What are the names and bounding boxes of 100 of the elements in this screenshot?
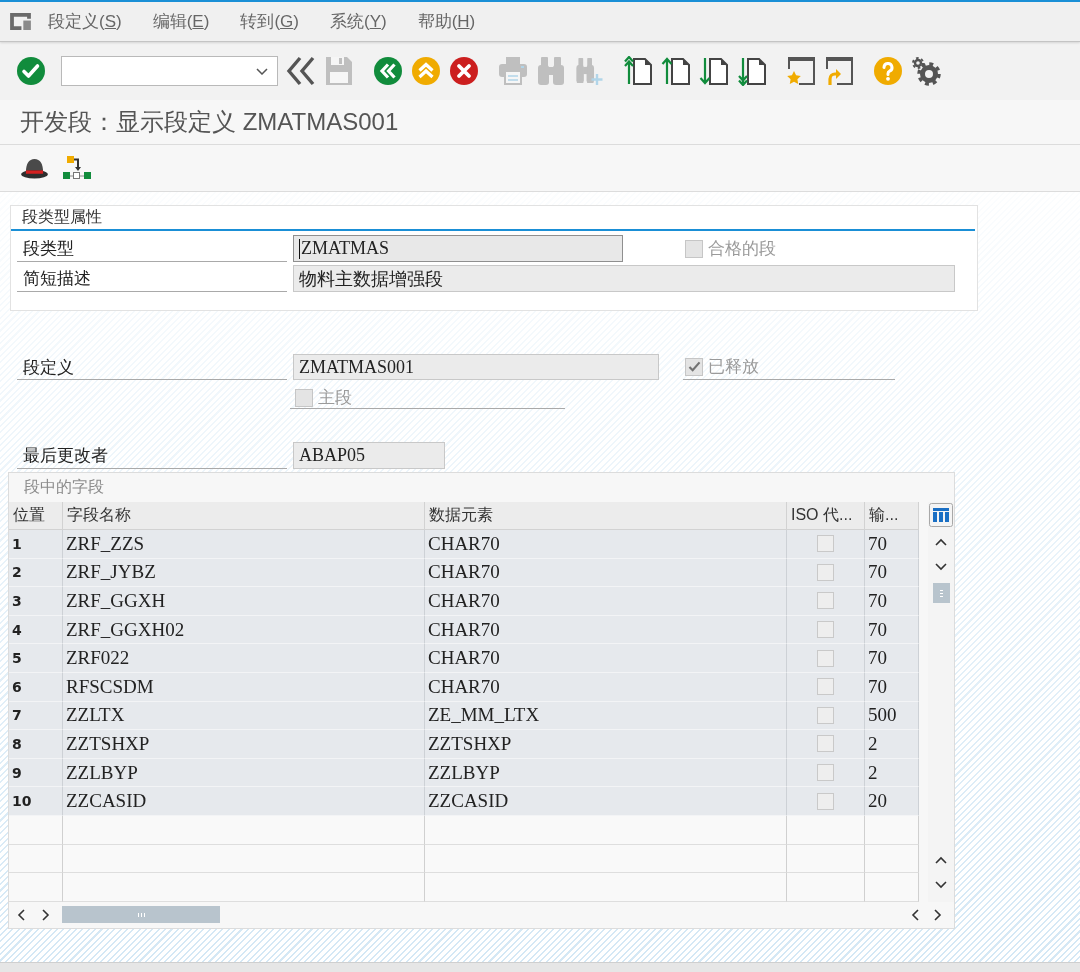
hat-icon[interactable]: [20, 157, 49, 179]
checkbox[interactable]: [817, 764, 834, 782]
dropdown-caret-icon: [256, 67, 268, 75]
column-header[interactable]: 位置: [9, 502, 63, 530]
table-cell: CHAR70: [425, 558, 787, 588]
checkbox[interactable]: [817, 735, 834, 753]
checkbox[interactable]: [817, 592, 834, 610]
table-cell: ZE_MM_LTX: [425, 701, 787, 731]
page-arrow-up-icon[interactable]: [661, 56, 691, 86]
double-chevron-left-icon[interactable]: [286, 56, 316, 86]
check-circle-icon[interactable]: [16, 56, 46, 86]
screen-title: 开发段：显示段定义 ZMATMAS001: [20, 107, 399, 137]
x-circle-icon[interactable]: [449, 56, 479, 86]
chevron-down-icon[interactable]: [935, 563, 947, 571]
checkbox-label: 合格的段: [708, 238, 776, 260]
table-cell: 70: [865, 615, 919, 645]
column-header[interactable]: ISO 代...: [787, 502, 865, 530]
table-cell: ZZLBYP: [63, 758, 425, 788]
gears-icon[interactable]: [911, 56, 941, 86]
hierarchy-icon[interactable]: [63, 156, 91, 180]
table-cell: 2: [865, 758, 919, 788]
table-cell: 9: [9, 758, 63, 788]
table-cell: 70: [865, 558, 919, 588]
menu-item[interactable]: 编辑(E): [152, 10, 210, 33]
chevron-down-icon[interactable]: [935, 880, 947, 889]
page-double-arrow-up-icon[interactable]: [623, 56, 653, 86]
page-double-arrow-down-icon[interactable]: [737, 56, 767, 86]
table-cell: ZRF_JYBZ: [63, 558, 425, 588]
field-label: 简短描述: [17, 265, 287, 292]
table-cell: ZZLBYP: [425, 758, 787, 788]
table-cell: CHAR70: [425, 587, 787, 616]
checkbox[interactable]: [817, 706, 834, 724]
double-chevron-left-circle-icon[interactable]: [373, 56, 403, 86]
table-cell: 6: [9, 672, 63, 702]
table-cell: 8: [9, 730, 63, 759]
checkbox[interactable]: [817, 678, 834, 696]
chevron-up-icon[interactable]: [935, 538, 947, 546]
table-cell: ZRF_ZZS: [63, 530, 425, 559]
checkbox[interactable]: [817, 649, 834, 667]
table-cell: ZRF022: [63, 644, 425, 673]
table-cell: 70: [865, 530, 919, 559]
field-label: 最后更改者: [17, 442, 287, 469]
chevron-right-icon[interactable]: [42, 908, 50, 921]
table-cell: CHAR70: [425, 672, 787, 702]
chevron-up-icon[interactable]: [935, 855, 947, 864]
table-settings-icon[interactable]: [929, 503, 953, 527]
window-star-icon[interactable]: [786, 56, 816, 86]
checkmark-icon: [687, 361, 701, 372]
chevron-left-icon[interactable]: [17, 908, 25, 921]
menu-item[interactable]: 转到(G): [240, 10, 299, 33]
column-header[interactable]: 数据元素: [425, 502, 787, 530]
table-cell: 70: [865, 587, 919, 616]
field-label: 段类型: [17, 235, 287, 262]
table-cell: 2: [865, 730, 919, 759]
column-header[interactable]: 输...: [865, 502, 919, 530]
table-cell: ZRF_GGXH02: [63, 615, 425, 645]
input-field[interactable]: ZMATMAS001: [293, 354, 659, 380]
checkbox[interactable]: [817, 535, 834, 553]
table-cell: 7: [9, 701, 63, 731]
menu-item[interactable]: 段定义(S): [48, 10, 122, 33]
menu-item[interactable]: 系统(Y): [329, 10, 387, 33]
group-title: 段类型属性: [22, 207, 102, 227]
table-cell: ZZLTX: [63, 701, 425, 731]
command-field[interactable]: [61, 56, 278, 86]
checkbox-label: 主段: [318, 387, 352, 409]
table-cell: CHAR70: [425, 530, 787, 559]
page-arrow-down-icon[interactable]: [699, 56, 729, 86]
chevron-left-icon[interactable]: [911, 908, 919, 921]
scrollbar-thumb[interactable]: [62, 906, 220, 924]
table-cell: 70: [865, 644, 919, 673]
table-cell: 500: [865, 701, 919, 731]
table-cell: ZZTSHXP: [63, 730, 425, 759]
table-cell: ZZCASID: [63, 787, 425, 816]
table-cell: ZZCASID: [425, 787, 787, 816]
input-field[interactable]: ZMATMAS: [293, 235, 623, 262]
table-title: 段中的字段: [24, 477, 104, 497]
chevron-right-icon[interactable]: [934, 908, 942, 921]
table-cell: 2: [9, 558, 63, 588]
table-cell: 1: [9, 530, 63, 559]
input-field[interactable]: ABAP05: [293, 442, 445, 469]
table-cell: ZZTSHXP: [425, 730, 787, 759]
input-field[interactable]: 物料主数据增强段: [293, 265, 955, 292]
menu-icon[interactable]: [10, 13, 31, 30]
field-label: 段定义: [17, 354, 287, 380]
table-cell: 3: [9, 587, 63, 616]
text-cursor: [299, 238, 300, 259]
window-arrow-icon[interactable]: [824, 56, 854, 86]
checkbox[interactable]: [817, 792, 834, 810]
table-cell: 4: [9, 615, 63, 645]
table-cell: 20: [865, 787, 919, 816]
scrollbar-thumb[interactable]: [932, 583, 950, 603]
column-header[interactable]: 字段名称: [63, 502, 425, 530]
table-cell: 5: [9, 644, 63, 673]
table-cell: ZRF_GGXH: [63, 587, 425, 616]
table-cell: CHAR70: [425, 615, 787, 645]
checkbox[interactable]: [817, 621, 834, 639]
checkbox-label: 已释放: [708, 356, 759, 378]
table-cell: 10: [9, 787, 63, 816]
checkbox[interactable]: [817, 563, 834, 581]
menu-item[interactable]: 帮助(H): [417, 10, 476, 33]
